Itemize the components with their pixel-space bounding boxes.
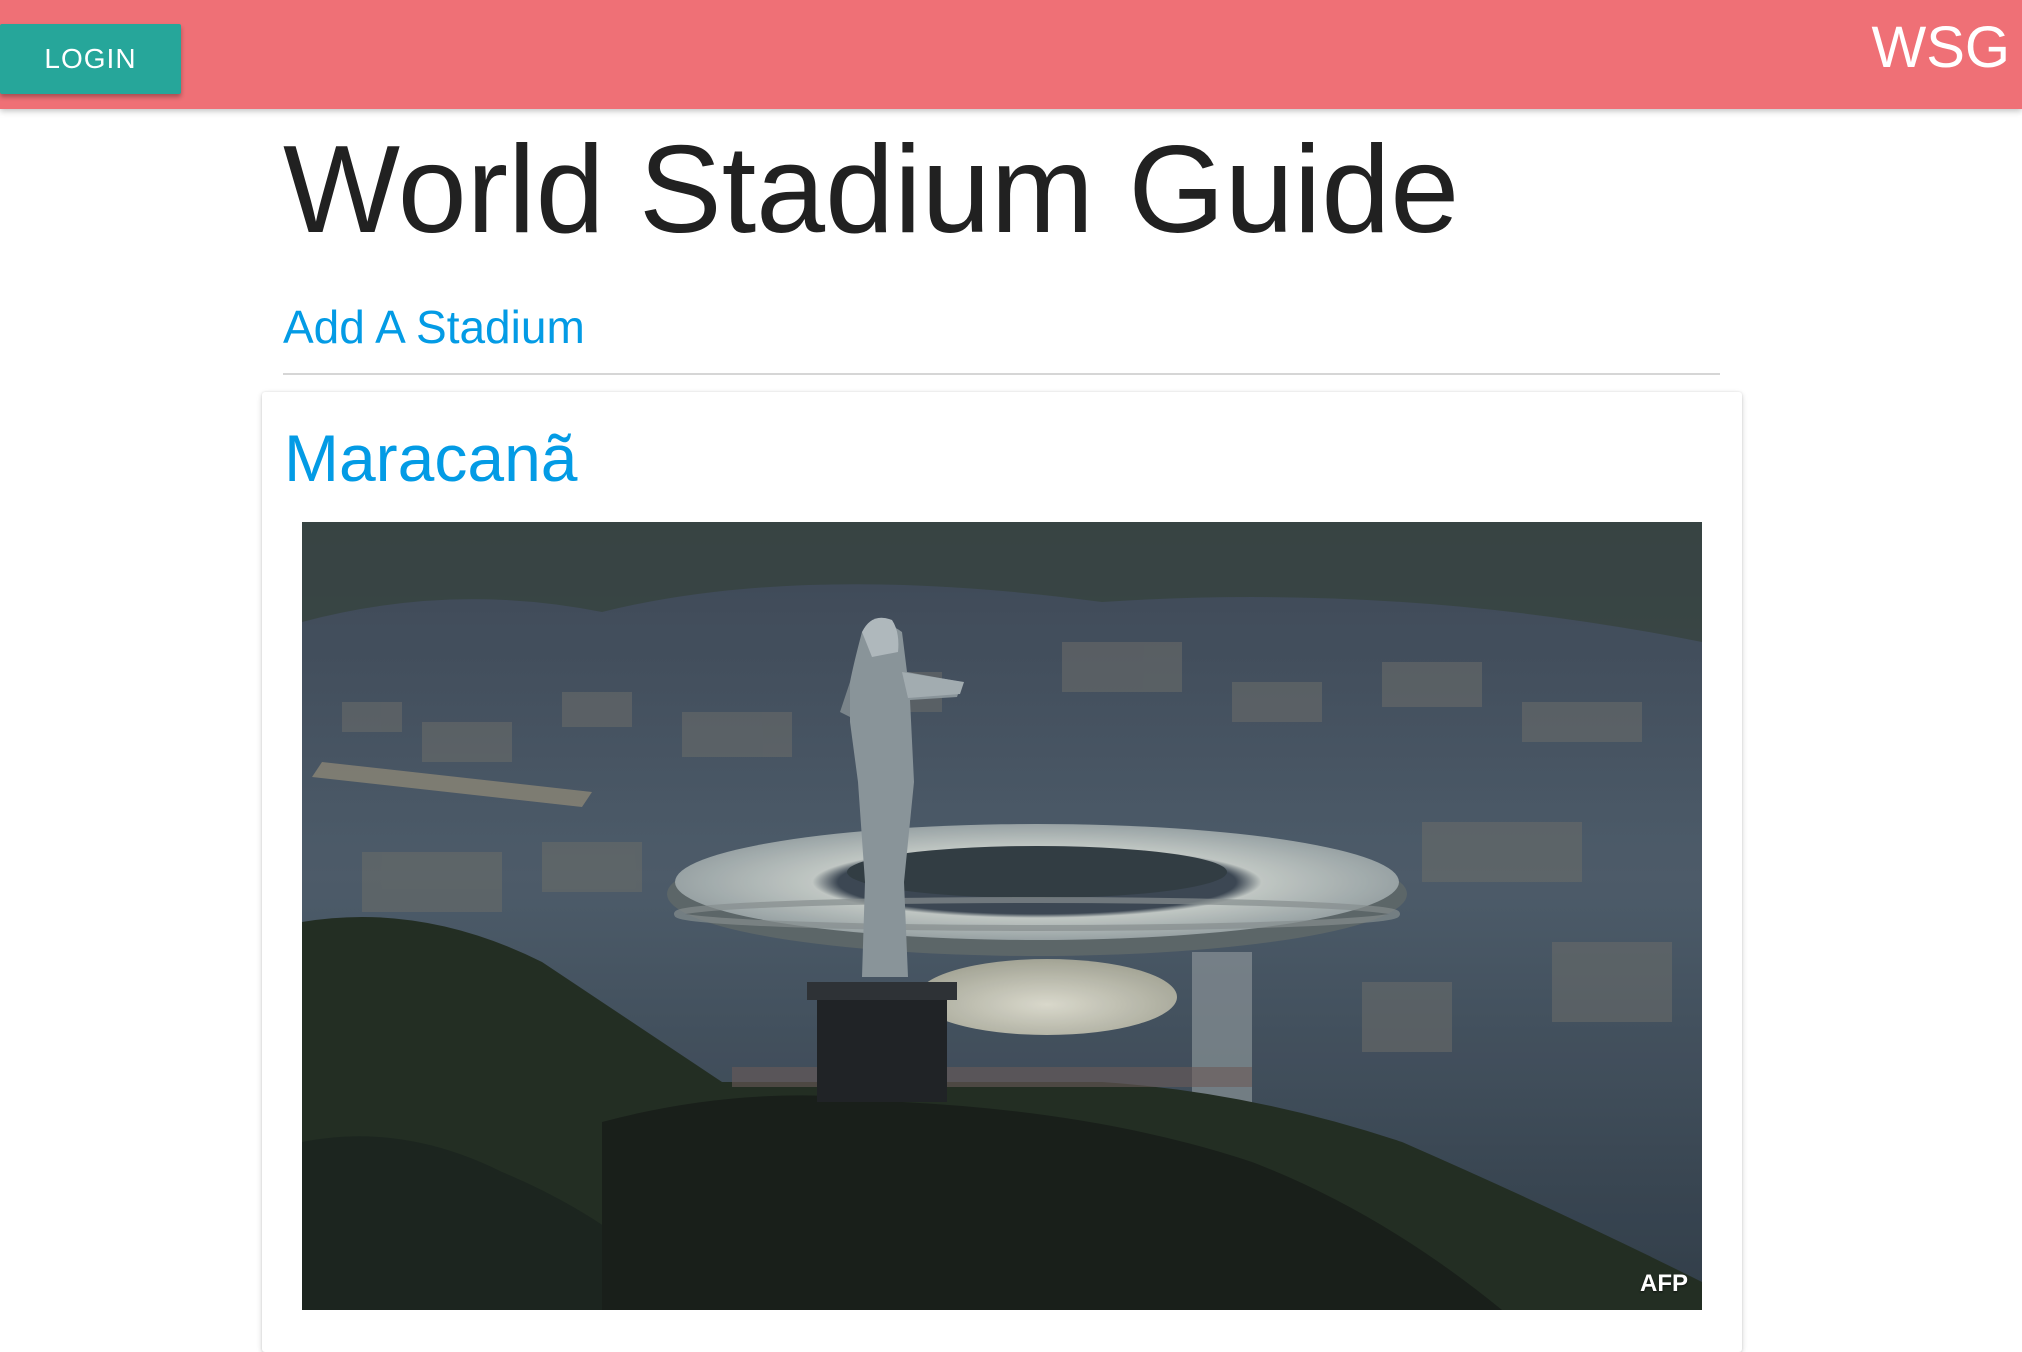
divider — [283, 373, 1720, 375]
image-credit: AFP — [1640, 1270, 1688, 1297]
brand-logo-link[interactable]: WSG — [1871, 14, 2010, 81]
stadium-photo: AFP — [302, 522, 1702, 1310]
top-navbar: LOGIN WSG — [0, 0, 2022, 109]
stadium-card: Maracanã AFP — [262, 392, 1742, 1352]
stadium-name-link[interactable]: Maracanã — [284, 420, 578, 496]
add-stadium-link[interactable]: Add A Stadium — [283, 300, 585, 354]
login-button[interactable]: LOGIN — [0, 24, 181, 94]
page-title: World Stadium Guide — [283, 121, 1460, 259]
